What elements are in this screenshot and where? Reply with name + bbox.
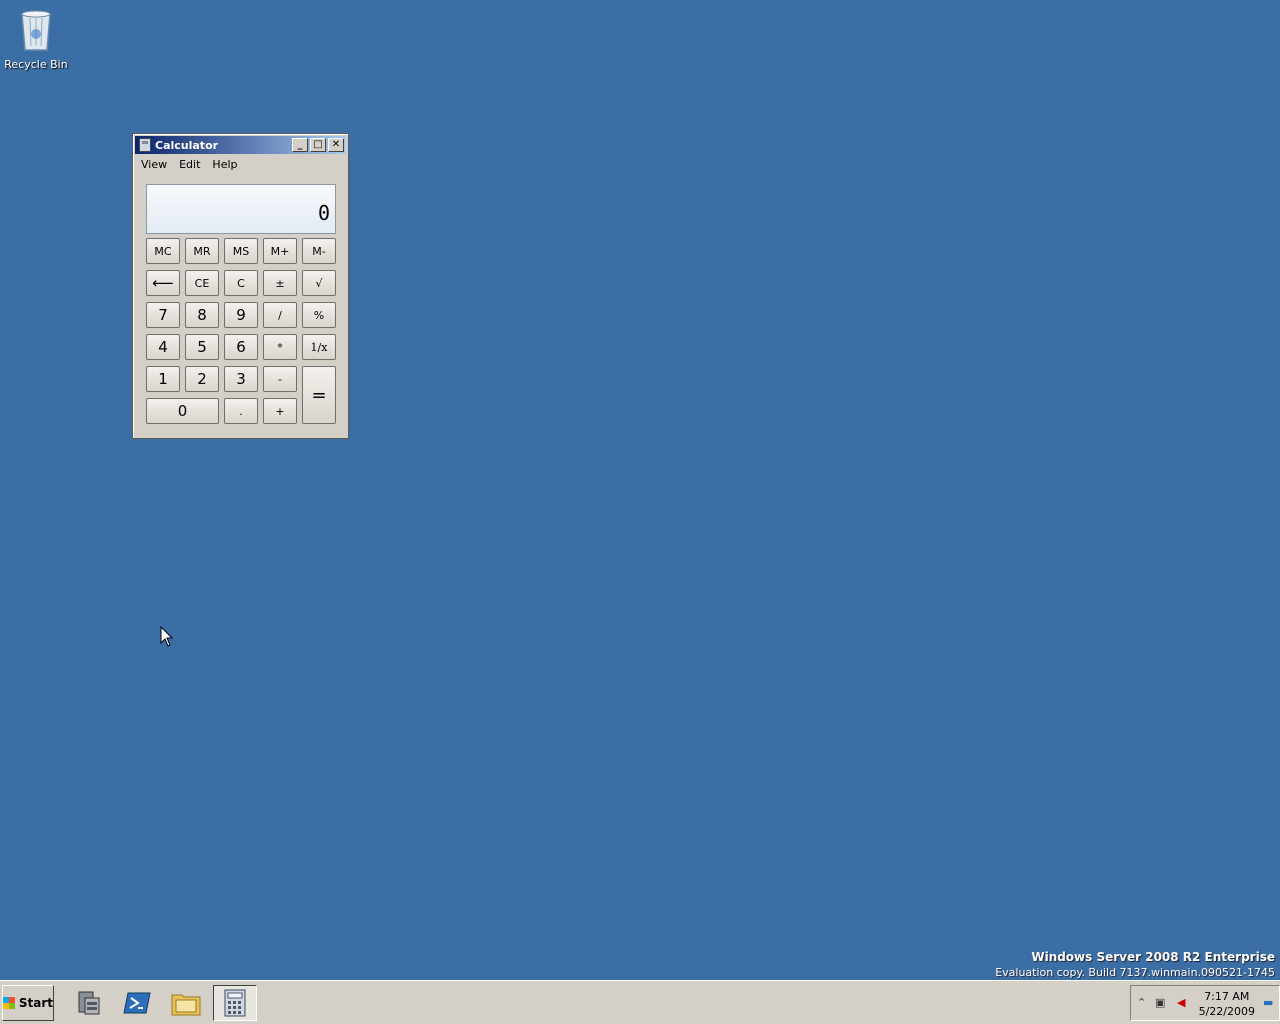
taskbar-powershell[interactable] xyxy=(115,985,159,1021)
calculator-titlebar[interactable]: Calculator _ □ ✕ xyxy=(135,136,346,154)
show-hidden-icons-icon[interactable]: ⌃ xyxy=(1137,996,1146,1009)
start-button[interactable]: Start xyxy=(2,985,54,1021)
memory-store-button[interactable]: MS xyxy=(224,238,258,264)
menu-view[interactable]: View xyxy=(135,156,173,174)
reciprocal-button[interactable]: 1/x xyxy=(302,334,336,360)
backspace-button[interactable]: ⟵ xyxy=(146,270,180,296)
equals-button[interactable]: = xyxy=(302,366,336,424)
memory-add-button[interactable]: M+ xyxy=(263,238,297,264)
taskbar-calculator[interactable] xyxy=(213,985,257,1021)
recycle-bin-shortcut[interactable]: Recycle Bin xyxy=(4,6,68,71)
recycle-bin-label: Recycle Bin xyxy=(4,58,68,71)
digit-3-button[interactable]: 3 xyxy=(224,366,258,392)
clear-entry-button[interactable]: CE xyxy=(185,270,219,296)
windows-logo-icon xyxy=(3,997,15,1009)
digit-1-button[interactable]: 1 xyxy=(146,366,180,392)
watermark-build: Evaluation copy. Build 7137.winmain.0905… xyxy=(995,966,1275,979)
menu-edit[interactable]: Edit xyxy=(173,156,206,174)
calculator-display: 0 xyxy=(146,184,336,234)
os-watermark: Windows Server 2008 R2 Enterprise Evalua… xyxy=(995,949,1275,981)
add-button[interactable]: + xyxy=(263,398,297,424)
divide-button[interactable]: / xyxy=(263,302,297,328)
decimal-button[interactable]: . xyxy=(224,398,258,424)
calculator-window: Calculator _ □ ✕ View Edit Help 0 MC MR … xyxy=(132,133,349,439)
digit-9-button[interactable]: 9 xyxy=(224,302,258,328)
clock-date: 5/22/2009 xyxy=(1198,1005,1255,1018)
digit-7-button[interactable]: 7 xyxy=(146,302,180,328)
show-desktop-icon[interactable]: ▬ xyxy=(1263,996,1273,1009)
close-button[interactable]: ✕ xyxy=(328,138,344,152)
memory-subtract-button[interactable]: M- xyxy=(302,238,336,264)
calculator-icon xyxy=(224,989,246,1017)
minimize-button[interactable]: _ xyxy=(292,138,308,152)
network-icon[interactable]: ▣ xyxy=(1155,996,1165,1009)
folder-icon xyxy=(171,994,201,1016)
digit-0-button[interactable]: 0 xyxy=(146,398,219,424)
memory-recall-button[interactable]: MR xyxy=(185,238,219,264)
clear-button[interactable]: C xyxy=(224,270,258,296)
subtract-button[interactable]: - xyxy=(263,366,297,392)
recycle-bin-icon xyxy=(21,10,51,51)
taskbar-explorer[interactable] xyxy=(164,985,208,1021)
multiply-button[interactable]: * xyxy=(263,334,297,360)
mouse-cursor-icon xyxy=(160,626,174,647)
taskbar: Start ⌃ ▣ ◀ 7:17 AM 5/22/2009 ▬ xyxy=(0,980,1280,1024)
notification-area: ⌃ ▣ ◀ 7:17 AM 5/22/2009 ▬ xyxy=(1130,985,1280,1021)
digit-2-button[interactable]: 2 xyxy=(185,366,219,392)
volume-muted-icon[interactable]: ◀ xyxy=(1177,996,1185,1009)
menu-bar: View Edit Help xyxy=(135,156,346,174)
clock[interactable]: 7:17 AM 5/22/2009 xyxy=(1199,989,1255,1019)
digit-5-button[interactable]: 5 xyxy=(185,334,219,360)
window-title: Calculator xyxy=(155,138,219,152)
clock-time: 7:17 AM xyxy=(1204,990,1250,1003)
menu-help[interactable]: Help xyxy=(206,156,243,174)
digit-8-button[interactable]: 8 xyxy=(185,302,219,328)
calculator-icon xyxy=(139,138,151,152)
powershell-icon xyxy=(123,992,151,1014)
digit-4-button[interactable]: 4 xyxy=(146,334,180,360)
square-root-button[interactable]: √ xyxy=(302,270,336,296)
taskbar-server-manager[interactable] xyxy=(66,985,110,1021)
start-label: Start xyxy=(18,996,53,1010)
negate-button[interactable]: ± xyxy=(263,270,297,296)
digit-6-button[interactable]: 6 xyxy=(224,334,258,360)
percent-button[interactable]: % xyxy=(302,302,336,328)
server-manager-icon xyxy=(78,991,100,1015)
maximize-button[interactable]: □ xyxy=(310,138,326,152)
memory-clear-button[interactable]: MC xyxy=(146,238,180,264)
watermark-edition: Windows Server 2008 R2 Enterprise xyxy=(1031,950,1275,964)
